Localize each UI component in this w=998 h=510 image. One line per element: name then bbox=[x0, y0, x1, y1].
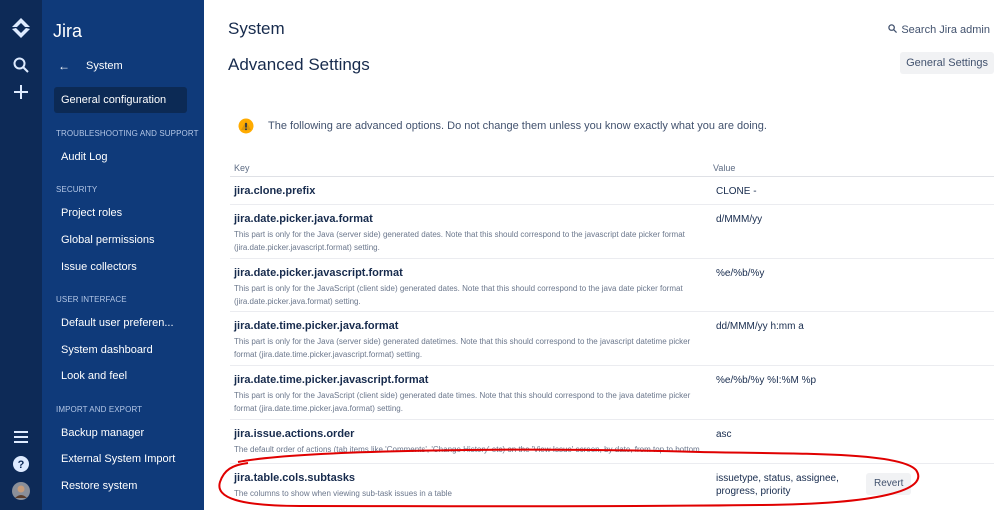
search-admin-link[interactable]: Search Jira admin bbox=[888, 24, 990, 36]
section-title: System bbox=[228, 19, 285, 38]
plus-icon[interactable] bbox=[0, 80, 42, 104]
setting-description: This part is only for the JavaScript (cl… bbox=[234, 284, 683, 306]
sidebar-section-heading: TROUBLESHOOTING AND SUPPORT bbox=[56, 129, 199, 138]
main-content: System Advanced Settings Search Jira adm… bbox=[204, 0, 998, 510]
table-row: jira.issue.actions.order The default ord… bbox=[230, 420, 994, 464]
setting-value[interactable]: d/MMM/yy bbox=[716, 213, 856, 226]
table-row: jira.date.picker.java.format This part i… bbox=[230, 205, 994, 259]
setting-description: The default order of actions (tab items … bbox=[234, 445, 702, 454]
sidebar-item-look-and-feel[interactable]: Look and feel bbox=[54, 363, 187, 389]
sidebar-item-audit-log[interactable]: Audit Log bbox=[54, 144, 187, 170]
column-header-value: Value bbox=[713, 163, 736, 173]
sidebar-item-system-dashboard[interactable]: System dashboard bbox=[54, 337, 187, 363]
column-header-key: Key bbox=[234, 163, 250, 173]
setting-key: jira.table.cols.subtasks bbox=[234, 472, 356, 484]
table-row: jira.clone.prefix CLONE - bbox=[230, 177, 994, 205]
setting-key: jira.issue.actions.order bbox=[234, 428, 355, 440]
setting-key: jira.date.time.picker.java.format bbox=[234, 320, 399, 332]
jira-logo-icon[interactable] bbox=[0, 14, 42, 42]
setting-value[interactable]: CLONE - bbox=[716, 185, 856, 198]
page-title: Advanced Settings bbox=[228, 55, 370, 74]
table-row: jira.date.time.picker.javascript.format … bbox=[230, 366, 994, 420]
sidebar-section-heading: USER INTERFACE bbox=[56, 295, 127, 304]
sidebar-item-restore-system[interactable]: Restore system bbox=[54, 473, 187, 499]
setting-description: This part is only for the Java (server s… bbox=[234, 230, 685, 252]
back-to-system-link[interactable]: ← System bbox=[52, 56, 192, 76]
sidebar-item-issue-collectors[interactable]: Issue collectors bbox=[54, 254, 187, 280]
hamburger-icon[interactable] bbox=[0, 428, 42, 446]
warning-text: The following are advanced options. Do n… bbox=[268, 120, 767, 132]
warning-message: The following are advanced options. Do n… bbox=[238, 117, 978, 135]
search-admin-label: Search Jira admin bbox=[901, 24, 990, 36]
setting-key: jira.clone.prefix bbox=[234, 185, 316, 197]
setting-description: This part is only for the Java (server s… bbox=[234, 337, 691, 359]
setting-value[interactable]: dd/MMM/yy h:mm a bbox=[716, 320, 856, 333]
help-icon[interactable]: ? bbox=[0, 454, 42, 474]
global-nav: ? bbox=[0, 0, 42, 510]
sidebar-title: Jira bbox=[53, 21, 83, 41]
sidebar-item-default-user-preferences[interactable]: Default user preferen... bbox=[54, 310, 187, 336]
setting-value[interactable]: issuetype, status, assignee, progress, p… bbox=[716, 472, 856, 498]
setting-value[interactable]: asc bbox=[716, 428, 856, 441]
revert-button[interactable]: Revert bbox=[866, 473, 912, 495]
warning-icon bbox=[238, 118, 254, 134]
search-icon[interactable] bbox=[0, 54, 42, 76]
setting-description: This part is only for the JavaScript (cl… bbox=[234, 391, 691, 413]
avatar[interactable] bbox=[0, 480, 42, 502]
sidebar-item-backup-manager[interactable]: Backup manager bbox=[54, 420, 187, 446]
sidebar-item-general-configuration[interactable]: General configuration bbox=[54, 87, 187, 113]
setting-description: The columns to show when viewing sub-tas… bbox=[234, 489, 452, 498]
setting-key: jira.date.time.picker.javascript.format bbox=[234, 374, 429, 386]
setting-value[interactable]: %e/%b/%y bbox=[716, 267, 856, 280]
search-icon bbox=[888, 24, 898, 36]
setting-key: jira.date.picker.javascript.format bbox=[234, 267, 403, 279]
sidebar-section-heading: SECURITY bbox=[56, 185, 98, 194]
general-settings-button[interactable]: General Settings bbox=[900, 52, 994, 74]
setting-key: jira.date.picker.java.format bbox=[234, 213, 373, 225]
setting-value[interactable]: %e/%b/%y %I:%M %p bbox=[716, 374, 856, 387]
table-row: jira.date.time.picker.java.format This p… bbox=[230, 312, 994, 366]
sidebar-item-global-permissions[interactable]: Global permissions bbox=[54, 227, 187, 253]
sidebar-item-project-roles[interactable]: Project roles bbox=[54, 200, 187, 226]
sidebar-item-external-system-import[interactable]: External System Import bbox=[54, 446, 187, 472]
admin-sidebar: Jira ← System General configuration TROU… bbox=[42, 0, 204, 510]
svg-text:?: ? bbox=[18, 459, 25, 471]
arrow-left-icon: ← bbox=[58, 59, 70, 73]
table-row-highlighted: jira.table.cols.subtasks The columns to … bbox=[230, 464, 994, 506]
table-row: jira.date.picker.javascript.format This … bbox=[230, 259, 994, 312]
sidebar-section-heading: IMPORT AND EXPORT bbox=[56, 405, 143, 414]
back-label: System bbox=[86, 60, 123, 72]
